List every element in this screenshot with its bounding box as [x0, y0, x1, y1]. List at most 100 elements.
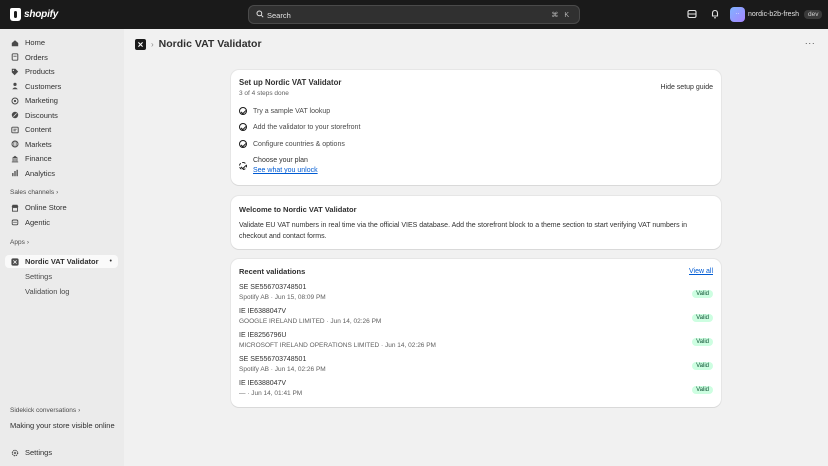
status-badge: Valid [692, 314, 713, 322]
setup-title: Set up Nordic VAT Validator [239, 78, 342, 87]
sidebar-item-label: Customers [25, 81, 62, 91]
person-icon [12, 82, 18, 90]
setup-step-label: Choose your plan [253, 157, 308, 164]
welcome-body-line-1: Validate EU VAT numbers in real time via… [239, 222, 687, 229]
sidebar-subitem-settings[interactable]: Settings [25, 272, 52, 281]
sidebar-item-label: Finance [25, 154, 52, 163]
vat-number: IE IE6388047V [239, 308, 287, 315]
home-icon [11, 39, 19, 46]
search-bar[interactable]: Search ⌘ K [248, 5, 580, 24]
inbox-icon[interactable] [687, 9, 697, 19]
table-row[interactable]: IE IE6388047V — · Jun 14, 01:41 PM Valid [239, 380, 713, 397]
more-actions-button[interactable]: ··· [802, 38, 818, 50]
store-menu[interactable]: ·· nordic-b2b-fresh dev [730, 6, 823, 23]
welcome-card: Welcome to Nordic VAT Validator Validate… [231, 196, 721, 249]
sales-channels-heading[interactable]: Sales channels › [10, 189, 58, 196]
sidebar-item-label: Settings [25, 448, 53, 457]
table-row[interactable]: SE SE556703748501 Spotify AB · Jun 15, 0… [239, 284, 713, 301]
globe-icon [11, 140, 19, 148]
check-circle-icon [239, 140, 247, 148]
search-icon [256, 10, 264, 18]
chevron-right-icon: › [26, 239, 29, 246]
search-shortcut: ⌘ K [551, 12, 571, 19]
setup-progress: 3 of 4 steps done [239, 90, 289, 97]
agent-icon [11, 219, 19, 226]
vat-number: IE IE8256796U [239, 332, 287, 339]
sidebar-item-label: Online Store [25, 203, 67, 212]
row-meta: MICROSOFT IRELAND OPERATIONS LIMITED · J… [239, 342, 436, 349]
setup-step[interactable]: Try a sample VAT lookup [239, 107, 330, 115]
store-name: nordic-b2b-fresh [748, 11, 799, 18]
sidebar-item-products[interactable]: Products [5, 65, 118, 78]
view-all-link[interactable]: View all [689, 268, 713, 275]
setup-step[interactable]: Add the validator to your storefront [239, 123, 360, 131]
vat-number: IE IE6388047V [239, 380, 287, 387]
welcome-title: Welcome to Nordic VAT Validator [239, 205, 357, 214]
setup-step[interactable]: Configure countries & options [239, 140, 345, 148]
top-bar: shopify Search ⌘ K ·· nordic-b2b-fresh d… [0, 0, 828, 29]
pending-circle-icon [239, 162, 247, 170]
row-meta: GOOGLE IRELAND LIMITED · Jun 14, 02:26 P… [239, 318, 382, 325]
hide-setup-guide-button[interactable]: Hide setup guide [660, 84, 713, 91]
sidebar-item-discounts[interactable]: Discounts [5, 109, 118, 122]
sidebar-item-settings[interactable]: Settings [5, 446, 118, 459]
page-title: Nordic VAT Validator [158, 38, 262, 50]
sidebar-item-nordic-vat-validator[interactable]: Nordic VAT Validator • [5, 255, 118, 268]
setup-step-label: Configure countries & options [253, 140, 345, 148]
check-circle-icon [239, 107, 247, 115]
sidebar-item-agentic[interactable]: Agentic [5, 216, 118, 229]
app-logo-icon [135, 38, 146, 50]
status-badge: Valid [692, 338, 713, 346]
sidebar-item-marketing[interactable]: Marketing [5, 94, 118, 107]
table-row[interactable]: IE IE8256796U MICROSOFT IRELAND OPERATIO… [239, 332, 713, 349]
sidebar-item-home[interactable]: Home [5, 36, 118, 49]
apps-heading[interactable]: Apps › [10, 239, 29, 246]
sidebar-item-label: Markets [25, 139, 52, 149]
sidebar-item-label: Home [25, 38, 46, 47]
tag-icon [11, 68, 19, 75]
sidebar-item-label: Orders [25, 52, 48, 62]
sidebar-item-analytics[interactable]: Analytics [5, 167, 118, 180]
sales-channels-label: Sales channels [10, 189, 55, 196]
discount-icon [11, 111, 19, 119]
setup-step-label: Try a sample VAT lookup [253, 107, 331, 115]
sidebar-item-finance[interactable]: Finance [5, 152, 118, 165]
chevron-right-icon: › [56, 189, 59, 196]
sidebar-item-label: Nordic VAT Validator [25, 257, 99, 266]
store-icon [11, 204, 19, 212]
see-plans-link[interactable]: See what you unlock [253, 167, 318, 174]
sidebar-item-orders[interactable]: Orders [5, 51, 118, 64]
setup-step-current[interactable]: Choose your plan See what you unlock [239, 157, 318, 174]
sidekick-label: Sidekick conversations [10, 407, 77, 414]
welcome-body-line-2: checkout and contact forms. [239, 233, 327, 240]
sidebar-item-customers[interactable]: Customers [5, 80, 118, 93]
sidebar-item-markets[interactable]: Markets [5, 138, 118, 151]
status-badge: Valid [692, 290, 713, 298]
bank-icon [11, 155, 19, 162]
status-badge: Valid [692, 362, 713, 370]
page-header: › Nordic VAT Validator [135, 38, 262, 50]
setup-step-label: Add the validator to your storefront [253, 123, 361, 131]
shopify-logo[interactable]: shopify [10, 8, 58, 21]
chevron-right-icon: › [78, 407, 81, 414]
sidebar-item-content[interactable]: Content [5, 123, 118, 136]
orders-icon [11, 53, 19, 61]
sidebar-item-label: Marketing [25, 96, 58, 105]
sidebar: Home Orders Products Customers Marketing… [0, 29, 124, 466]
target-icon [11, 96, 19, 105]
row-meta: Spotify AB · Jun 14, 02:26 PM [239, 366, 326, 373]
sidekick-heading[interactable]: Sidekick conversations › [10, 407, 80, 414]
store-avatar: ·· [730, 7, 745, 22]
recent-validations-card: Recent validations View all SE SE5567037… [231, 259, 721, 407]
sidebar-item-online-store[interactable]: Online Store [5, 201, 118, 214]
check-circle-icon [239, 123, 247, 131]
sidebar-item-label: Content [25, 125, 52, 134]
search-placeholder: Search [267, 11, 291, 20]
sidebar-subitem-validation-log[interactable]: Validation log [25, 287, 69, 296]
table-row[interactable]: IE IE6388047V GOOGLE IRELAND LIMITED · J… [239, 308, 713, 325]
sidekick-conversation-item[interactable]: Making your store visible online [10, 421, 115, 430]
gear-icon [11, 449, 19, 456]
table-row[interactable]: SE SE556703748501 Spotify AB · Jun 14, 0… [239, 356, 713, 373]
bell-icon[interactable] [710, 9, 720, 19]
row-meta: Spotify AB · Jun 15, 08:09 PM [239, 294, 326, 301]
